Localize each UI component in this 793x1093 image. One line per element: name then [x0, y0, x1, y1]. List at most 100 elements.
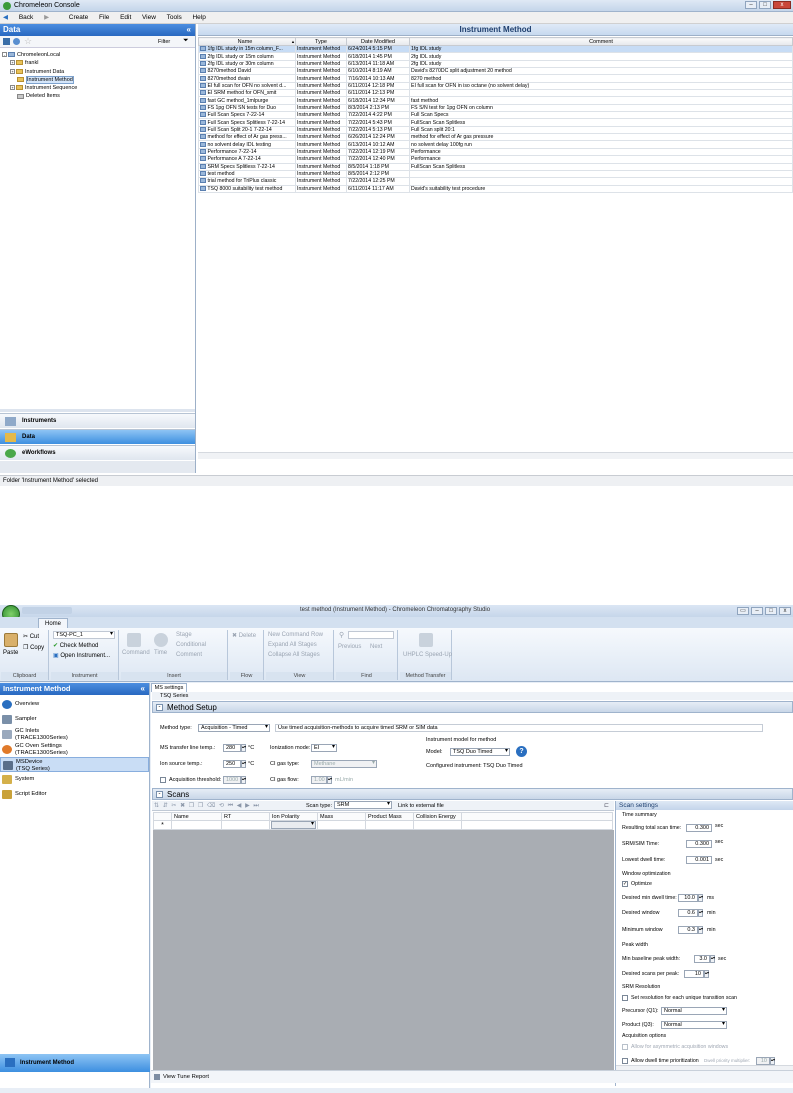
table-row[interactable]: fast GC method_1mlpurge Instrument Method…: [198, 96, 793, 105]
scans-header[interactable]: - Scans: [152, 788, 793, 800]
scan-toolbar-icons[interactable]: ⇅ ⇵ ✂ ✖ ❐ ❐ ⌫ ⟲ ⏮ ◀ ▶ ⏭: [154, 802, 260, 810]
table-row[interactable]: 2fg IDL study or 15m column Instrument Me…: [198, 52, 793, 61]
comment-button[interactable]: Comment: [176, 652, 202, 658]
table-row[interactable]: 8270method dvain Instrument Method 7/16/20…: [198, 74, 793, 83]
ionization-mode-select[interactable]: EI: [311, 744, 337, 752]
acquisition-threshold-spinner[interactable]: ▴▾: [241, 776, 246, 784]
dwell-priority-input[interactable]: 10: [756, 1057, 770, 1065]
allow-dwell-checkbox[interactable]: [622, 1058, 628, 1064]
table-row[interactable]: 1fg IDL study in 15m column_F... Instrume…: [198, 44, 793, 54]
desired-scans-input[interactable]: 10: [684, 970, 704, 978]
tree-item-deleted-items[interactable]: Deleted Items: [2, 92, 193, 100]
table-row[interactable]: Performance 7-22-14 Instrument Method 7/22…: [198, 147, 793, 157]
collapse-all-stages-button[interactable]: Collapse All Stages: [268, 652, 320, 658]
optimize-checkbox[interactable]: ✓: [622, 881, 628, 887]
nav-eworkflows[interactable]: eWorkflows: [0, 445, 195, 460]
ion-polarity-select[interactable]: [271, 821, 316, 829]
desired-window-spinner[interactable]: ▴▾: [698, 909, 703, 917]
col-mass[interactable]: Mass: [317, 812, 366, 821]
tree-item-frankl[interactable]: + frankl: [2, 59, 193, 67]
col-collision-energy[interactable]: Collision Energy: [413, 812, 462, 821]
min-baseline-input[interactable]: 3.0: [694, 955, 710, 963]
table-row[interactable]: Performance A 7-22-14 Instrument Method 7/…: [198, 155, 793, 164]
tree-item-root[interactable]: - ChromeleonLocal: [2, 51, 193, 59]
network-icon[interactable]: [3, 38, 10, 45]
ci-gas-flow-input[interactable]: 1.00: [311, 776, 327, 784]
nav-script-editor[interactable]: Script Editor: [0, 787, 149, 802]
method-setup-header[interactable]: - Method Setup: [152, 701, 793, 713]
expand-toggle-icon[interactable]: -: [2, 52, 7, 58]
desired-window-input[interactable]: 0.6: [678, 909, 698, 917]
expand-toggle-icon[interactable]: +: [10, 60, 15, 66]
paste-button[interactable]: Paste: [3, 650, 18, 656]
min-baseline-spinner[interactable]: ▴▾: [710, 955, 715, 963]
splitter[interactable]: [0, 409, 195, 412]
cell-mass[interactable]: [317, 820, 366, 830]
cell-rt[interactable]: [221, 820, 270, 830]
new-scan-row[interactable]: *: [153, 820, 613, 830]
instrument-select[interactable]: TSQ-PC_1: [53, 631, 115, 639]
ms-transfer-line-spinner[interactable]: ▴▾: [241, 744, 246, 752]
table-row[interactable]: 2fg IDL study or 30m column Instrument Me…: [198, 59, 793, 69]
command-button[interactable]: Command: [122, 650, 150, 656]
quick-access-toolbar[interactable]: [22, 607, 72, 614]
nav-overview[interactable]: Overview: [0, 697, 149, 712]
acquisition-threshold-input[interactable]: 1000: [223, 776, 241, 784]
table-row[interactable]: EI full scan for OFN no solvent d... Inst…: [198, 81, 793, 91]
table-row[interactable]: method for effect of Ar gas press... Inst…: [198, 133, 793, 142]
stage-button[interactable]: Stage: [176, 632, 192, 638]
table-row[interactable]: SRM Specs Splitless 7-22-14 Instrument Me…: [198, 162, 793, 171]
uhplc-speedup-button[interactable]: UHPLC Speed-Up: [403, 652, 452, 658]
menu-create[interactable]: Create: [69, 12, 89, 24]
method-type-select[interactable]: Acquisition - Timed: [198, 724, 270, 732]
expand-all-stages-button[interactable]: Expand All Stages: [268, 642, 317, 648]
back-button[interactable]: ◀ Back ▶: [3, 12, 58, 24]
desired-scans-spinner[interactable]: ▴▾: [704, 970, 709, 978]
nav-instruments[interactable]: Instruments: [0, 413, 195, 428]
forward-arrow-icon[interactable]: ▶: [44, 12, 49, 24]
table-row[interactable]: no solvent delay IDL testing Instrument M…: [198, 140, 793, 149]
cell-name[interactable]: [171, 820, 222, 830]
product-select[interactable]: Normal: [661, 1021, 727, 1029]
menu-edit[interactable]: Edit: [120, 12, 131, 24]
nav-gc-oven[interactable]: GC Oven Settings (TRACE1300Series): [0, 742, 149, 757]
allow-asymmetric-checkbox[interactable]: [622, 1044, 628, 1050]
help-button[interactable]: ▭: [737, 607, 749, 615]
set-resolution-checkbox[interactable]: [622, 995, 628, 1001]
favorites-star-icon[interactable]: ☆: [24, 36, 32, 47]
menu-view[interactable]: View: [142, 12, 156, 24]
tree-item-instrument-sequence[interactable]: + Instrument Sequence: [2, 84, 193, 92]
panel-toggle-icon[interactable]: ⊏: [604, 802, 609, 809]
scan-type-select[interactable]: SRM: [334, 801, 392, 809]
ion-source-spinner[interactable]: ▴▾: [241, 760, 246, 768]
ci-gas-flow-spinner[interactable]: ▴▾: [327, 776, 332, 784]
link-external-file-button[interactable]: Link to external file: [398, 803, 444, 809]
refresh-icon[interactable]: [13, 38, 20, 45]
filter-icon[interactable]: ⏷: [183, 37, 189, 45]
close-button[interactable]: x: [773, 1, 791, 9]
table-row[interactable]: TSQ 8000 suitability test method Instrume…: [198, 184, 793, 193]
tab-ms-settings[interactable]: MS settings: [151, 683, 187, 692]
nav-msdevice[interactable]: MSDevice (TSQ Series): [0, 757, 149, 772]
col-name[interactable]: Name: [171, 812, 222, 821]
ion-source-input[interactable]: 250: [223, 760, 241, 768]
table-row[interactable]: trial method for TriPlus classic Instrume…: [198, 177, 793, 186]
table-row[interactable]: Full Scan Specs Splitless 7-22-14 Instrum…: [198, 118, 793, 127]
expand-toggle-icon[interactable]: +: [10, 85, 15, 91]
minimize-button[interactable]: –: [745, 1, 757, 9]
ci-gas-type-select[interactable]: Methane: [311, 760, 377, 768]
table-row[interactable]: Full Scan Specs 7-22-14 Instrument Method…: [198, 111, 793, 120]
nav-system[interactable]: System: [0, 772, 149, 787]
col-ion-polarity[interactable]: Ion Polarity: [269, 812, 318, 821]
expand-toggle-icon[interactable]: +: [10, 68, 15, 74]
tree-item-instrument-method[interactable]: Instrument Method: [2, 75, 193, 84]
acquisition-threshold-checkbox[interactable]: [160, 777, 166, 783]
minimum-window-spinner[interactable]: ▴▾: [698, 926, 703, 934]
copy-button[interactable]: ❐ Copy: [23, 644, 44, 651]
tree-item-instrument-data[interactable]: + Instrument Data: [2, 68, 193, 76]
minimize-button[interactable]: –: [751, 607, 763, 615]
cell-product-mass[interactable]: [365, 820, 414, 830]
collapse-section-icon[interactable]: -: [156, 791, 163, 798]
open-instrument-button[interactable]: ▣ Open Instrument...: [53, 652, 110, 659]
conditional-button[interactable]: Conditional: [176, 642, 206, 648]
